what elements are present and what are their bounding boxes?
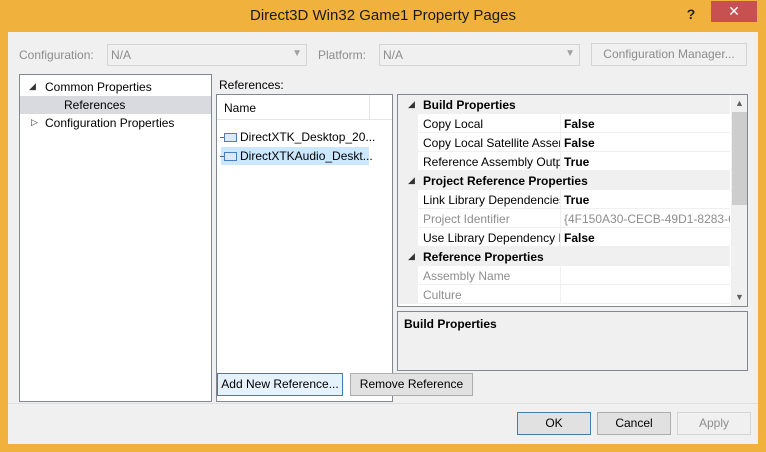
description-title: Build Properties xyxy=(404,317,497,331)
property-name: Project Identifier xyxy=(418,209,561,228)
cancel-button[interactable]: Cancel xyxy=(597,412,671,435)
property-name: Link Library Dependencies xyxy=(418,190,561,209)
platform-value: N/A xyxy=(383,48,404,62)
property-name: Assembly Name xyxy=(418,266,561,285)
grid-row-copy-local[interactable]: Copy Local False xyxy=(398,114,730,133)
property-name: Reference Assembly Outp xyxy=(418,152,561,171)
add-new-reference-button[interactable]: Add New Reference... xyxy=(217,373,343,396)
scroll-up-icon[interactable]: ▲ xyxy=(731,95,747,112)
category-label: Build Properties xyxy=(423,98,516,112)
close-button[interactable]: ✕ xyxy=(711,1,757,22)
expanded-triangle-icon[interactable]: ◢ xyxy=(408,251,415,262)
configuration-combo: N/A ▼ xyxy=(107,44,307,66)
category-label: Reference Properties xyxy=(423,250,544,264)
property-name: Use Library Dependency In xyxy=(418,228,561,247)
reference-item-label: DirectXTKAudio_Deskt... xyxy=(240,149,373,163)
row-gutter xyxy=(398,190,418,209)
references-column-header[interactable]: Name xyxy=(217,95,392,120)
reference-item-label: DirectXTK_Desktop_20... xyxy=(240,130,376,144)
property-name: Copy Local Satellite Assem xyxy=(418,133,561,152)
scroll-down-icon[interactable]: ▼ xyxy=(731,289,747,306)
column-separator[interactable] xyxy=(369,95,370,120)
tree-item-label: Configuration Properties xyxy=(45,116,175,130)
dialog-client-area: Configuration: N/A ▼ Platform: N/A ▼ Con… xyxy=(8,32,758,444)
ok-button[interactable]: OK xyxy=(517,412,591,435)
property-grid[interactable]: ◢ Build Properties Copy Local False Copy… xyxy=(397,94,748,307)
platform-combo: N/A ▼ xyxy=(379,44,580,66)
tree-item-references[interactable]: References xyxy=(20,96,211,114)
grid-row-copy-local-satellite[interactable]: Copy Local Satellite Assem False xyxy=(398,133,730,152)
row-gutter xyxy=(398,228,418,247)
window-title: Direct3D Win32 Game1 Property Pages xyxy=(250,7,516,24)
reference-icon xyxy=(220,133,237,142)
configuration-manager-button: Configuration Manager... xyxy=(591,43,747,66)
configuration-label: Configuration: xyxy=(19,48,94,62)
property-name: Culture xyxy=(418,285,561,304)
reference-icon xyxy=(220,152,237,161)
help-button[interactable]: ? xyxy=(678,4,704,24)
remove-reference-button[interactable]: Remove Reference xyxy=(350,373,473,396)
expanded-triangle-icon[interactable]: ◢ xyxy=(408,175,415,186)
property-value[interactable]: False xyxy=(561,228,730,247)
grid-category-build-properties[interactable]: ◢ Build Properties xyxy=(398,95,730,114)
property-value[interactable]: True xyxy=(561,152,730,171)
grid-category-project-reference-properties[interactable]: ◢ Project Reference Properties xyxy=(398,171,730,190)
tree-item-label: Common Properties xyxy=(45,80,152,94)
property-tree[interactable]: ◢ Common Properties References ▷ Configu… xyxy=(19,74,212,402)
title-bar[interactable]: Direct3D Win32 Game1 Property Pages ? ✕ xyxy=(0,0,766,32)
row-gutter xyxy=(398,114,418,133)
name-column-header: Name xyxy=(224,101,257,115)
property-name: Copy Local xyxy=(418,114,561,133)
property-value xyxy=(561,266,730,285)
references-list[interactable]: Name DirectXTK_Desktop_20... DirectXTKAu… xyxy=(216,94,393,402)
row-gutter xyxy=(398,209,418,228)
property-value[interactable]: False xyxy=(561,114,730,133)
platform-label: Platform: xyxy=(318,48,367,62)
grid-row-link-library-dependencies[interactable]: Link Library Dependencies True xyxy=(398,190,730,209)
reference-item[interactable]: DirectXTK_Desktop_20... xyxy=(220,128,375,146)
property-description-panel: Build Properties xyxy=(397,311,748,371)
grid-row-use-library-dependency-inputs[interactable]: Use Library Dependency In False xyxy=(398,228,730,247)
row-gutter xyxy=(398,285,418,304)
property-grid-scrollbar[interactable]: ▲ ▼ xyxy=(731,95,747,306)
scrollbar-thumb[interactable] xyxy=(732,112,747,205)
footer-divider xyxy=(8,403,758,404)
grid-row-reference-assembly-output[interactable]: Reference Assembly Outp True xyxy=(398,152,730,171)
reference-item[interactable]: DirectXTKAudio_Deskt... xyxy=(220,147,373,165)
property-value[interactable]: False xyxy=(561,133,730,152)
row-gutter xyxy=(398,152,418,171)
expanded-triangle-icon[interactable]: ◢ xyxy=(29,81,36,92)
grid-category-reference-properties[interactable]: ◢ Reference Properties xyxy=(398,247,730,266)
grid-row-assembly-name[interactable]: Assembly Name xyxy=(398,266,730,285)
grid-row-culture[interactable]: Culture xyxy=(398,285,730,304)
row-gutter xyxy=(398,133,418,152)
row-gutter xyxy=(398,266,418,285)
tree-item-common-properties[interactable]: ◢ Common Properties xyxy=(20,78,211,96)
configuration-value: N/A xyxy=(111,48,132,62)
chevron-down-icon: ▼ xyxy=(292,48,302,59)
property-value[interactable]: True xyxy=(561,190,730,209)
category-label: Project Reference Properties xyxy=(423,174,588,188)
apply-button: Apply xyxy=(677,412,751,435)
chevron-down-icon: ▼ xyxy=(565,48,575,59)
property-value xyxy=(561,285,730,304)
tree-item-configuration-properties[interactable]: ▷ Configuration Properties xyxy=(20,114,211,132)
grid-row-project-identifier[interactable]: Project Identifier {4F150A30-CECB-49D1-8… xyxy=(398,209,730,228)
property-pages-window: Direct3D Win32 Game1 Property Pages ? ✕ … xyxy=(0,0,766,452)
expanded-triangle-icon[interactable]: ◢ xyxy=(408,99,415,110)
collapsed-triangle-icon[interactable]: ▷ xyxy=(31,117,38,128)
tree-item-label: References xyxy=(64,98,126,112)
references-label: References: xyxy=(219,78,284,92)
property-value: {4F150A30-CECB-49D1-8283-6A xyxy=(561,209,730,228)
